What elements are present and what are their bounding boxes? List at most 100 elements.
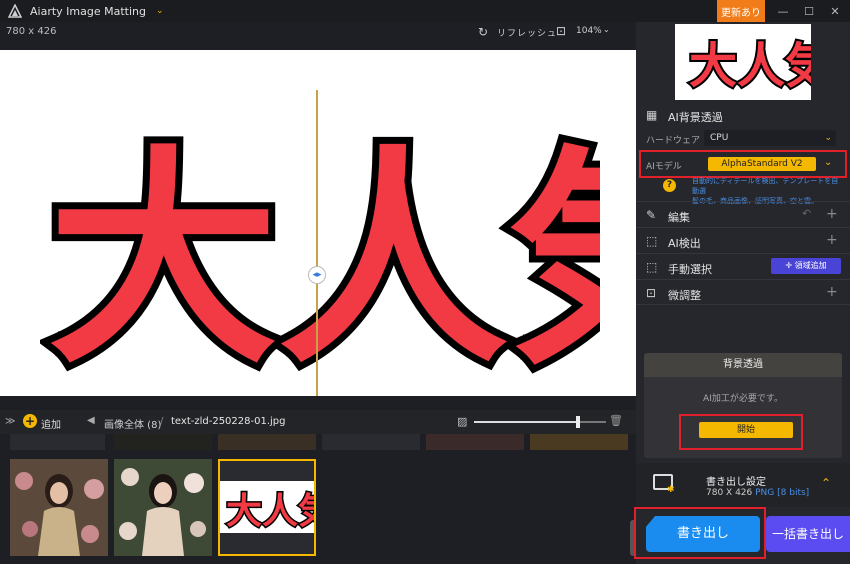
thumbnail-size-icon: ▨ <box>457 415 468 428</box>
app-window: Aiarty Image Matting ⌄ 更新あり — ☐ ✕ 780 x … <box>0 0 850 564</box>
section-title: 手動選択 <box>668 263 712 276</box>
app-title: Aiarty Image Matting <box>30 4 146 18</box>
section-edit[interactable]: ✎ 編集 ↶ + <box>636 201 850 227</box>
model-info: ? 自動的にディテールを検出、テンプレートを自動選 髪の毛、商品画像、証明写真、… <box>636 176 850 205</box>
card-message: AI加工が必要です。 <box>703 394 783 404</box>
back-arrow-icon[interactable]: ◀ <box>87 415 95 426</box>
undo-icon[interactable]: ↶ <box>802 207 811 220</box>
thumbnail[interactable] <box>10 434 105 450</box>
artwork-thumbnail: 大人気! <box>220 461 314 554</box>
refresh-icon[interactable]: ↻ <box>478 25 488 39</box>
model-row: AIモデル AlphaStandard V2 ⌄ <box>636 154 850 174</box>
close-button[interactable]: ✕ <box>822 0 848 22</box>
section-title: AI検出 <box>668 237 701 250</box>
artwork-text: 大人気! <box>48 128 600 390</box>
help-icon[interactable]: ? <box>663 179 676 192</box>
collapse-icon[interactable]: ≫ <box>5 416 15 427</box>
thumbnail[interactable] <box>530 434 628 450</box>
section-title: 微調整 <box>668 289 701 302</box>
thumbnail[interactable] <box>10 459 108 556</box>
thumbnail[interactable] <box>322 434 420 450</box>
plus-icon[interactable]: + <box>826 284 838 300</box>
preview-image: 大人気! <box>675 24 850 100</box>
add-region-button[interactable]: ✛ 領域追加 <box>771 258 841 274</box>
info-line-1: 自動的にディテールを検出、テンプレートを自動選 <box>692 177 839 195</box>
section-ai-background: ▦ AI背景透過 <box>636 102 850 128</box>
card-title: 背景透過 <box>644 353 842 377</box>
plus-icon[interactable]: + <box>826 232 838 248</box>
export-settings[interactable]: ✱ 書き出し設定 780 X 426 PNG [8 bits] ⌃ <box>636 463 850 507</box>
canvas-toolbar: 780 x 426 ↻ リフレッシュ ⊡ 104% ⌄ <box>0 22 636 50</box>
refresh-button[interactable]: リフレッシュ <box>497 26 557 39</box>
selection-icon: ⬚ <box>646 260 658 274</box>
compare-handle-icon[interactable]: ◂▸ <box>308 266 326 284</box>
highlight-frame-start <box>679 414 803 450</box>
model-select[interactable]: AlphaStandard V2 <box>708 157 816 171</box>
section-title: AI背景透過 <box>668 111 723 124</box>
update-button[interactable]: 更新あり <box>717 0 765 22</box>
export-dims: 780 X 426 <box>706 488 753 498</box>
hardware-label: ハードウェア <box>646 136 701 146</box>
maximize-button[interactable]: ☐ <box>796 0 822 22</box>
thumbnail[interactable] <box>114 459 212 556</box>
section-manual-select[interactable]: ⬚ 手動選択 ✛ 領域追加 <box>636 253 850 279</box>
preview-art-text: 大人気! <box>689 38 811 94</box>
thumbnail[interactable] <box>426 434 524 450</box>
add-button[interactable]: 追加 <box>41 416 61 431</box>
section-fine-tune[interactable]: ⊡ 微調整 + <box>636 279 850 305</box>
zoom-level[interactable]: 104% <box>576 26 602 36</box>
trash-icon[interactable]: 🗑 <box>609 414 623 427</box>
app-logo-icon <box>8 4 22 18</box>
minimize-button[interactable]: — <box>770 0 796 22</box>
breadcrumb-current-file: text-zld-250228-01.jpg <box>171 416 286 427</box>
thumbnail-selected[interactable]: 大人気! <box>218 459 316 556</box>
export-bits: [8 bits] <box>777 488 810 498</box>
export-info: 780 X 426 PNG [8 bits] <box>706 488 809 498</box>
chevron-down-icon[interactable]: ⌄ <box>824 157 832 168</box>
thumbnail[interactable] <box>218 434 316 450</box>
chevron-down-icon: ⌄ <box>824 133 832 143</box>
zoom-icon[interactable]: ⊡ <box>556 24 566 38</box>
thumbnail-row-partial <box>0 434 636 452</box>
slider-fill <box>474 421 579 423</box>
ai-background-icon: ▦ <box>646 108 658 122</box>
thumbnail-size-slider[interactable] <box>474 416 606 428</box>
canvas-spacer <box>0 396 636 410</box>
hardware-select[interactable]: CPU ⌄ <box>704 130 836 146</box>
section-ai-detect[interactable]: ⬚ AI検出 + <box>636 227 850 253</box>
chevron-down-icon[interactable]: ⌄ <box>156 6 164 16</box>
hardware-value: CPU <box>710 133 729 143</box>
batch-export-button[interactable]: 一括書き出し <box>766 516 850 552</box>
fine-tune-icon: ⊡ <box>646 286 657 300</box>
zoom-dropdown-icon[interactable]: ⌄ <box>603 25 610 34</box>
gear-icon: ✱ <box>667 485 675 495</box>
slider-knob[interactable] <box>576 416 581 428</box>
model-label: AIモデル <box>646 162 682 172</box>
export-settings-title: 書き出し設定 <box>706 477 766 488</box>
ai-detect-icon: ⬚ <box>646 234 658 248</box>
breadcrumb-separator: / <box>160 416 164 427</box>
gallery-toolbar: ≫ + 追加 ◀ 画像全体 (8) / text-zld-250228-01.j… <box>0 410 636 434</box>
highlight-frame-export <box>634 507 766 559</box>
title-bar: Aiarty Image Matting ⌄ 更新あり — ☐ ✕ <box>0 0 850 22</box>
edit-icon: ✎ <box>646 208 657 222</box>
right-panel: 大人気! ▦ AI背景透過 ハードウェア CPU ⌄ AIモデル AlphaSt… <box>634 22 850 564</box>
preview-thumbnail: 大人気! <box>675 24 850 100</box>
thumbnail[interactable] <box>114 434 212 450</box>
section-title: 編集 <box>668 211 690 224</box>
plus-icon[interactable]: + <box>826 206 838 222</box>
add-region-label: 領域追加 <box>794 261 827 270</box>
portrait-photo-2 <box>114 459 212 556</box>
image-dimensions: 780 x 426 <box>6 26 57 37</box>
hardware-row: ハードウェア CPU ⌄ <box>636 130 850 148</box>
export-format: PNG <box>755 488 775 498</box>
compare-divider[interactable] <box>316 90 318 396</box>
portrait-photo-1 <box>10 459 108 556</box>
artwork-image: 大人気! <box>41 121 600 390</box>
image-canvas[interactable]: 大人気! ◂▸ <box>0 50 636 396</box>
add-icon[interactable]: + <box>23 414 37 428</box>
thumbnail-grid: 大人気! <box>0 452 636 564</box>
breadcrumb-all-images[interactable]: 画像全体 (8) <box>104 416 161 431</box>
chevron-up-icon[interactable]: ⌃ <box>821 476 831 490</box>
thumbnail-art-text: 大人気! <box>226 491 314 532</box>
